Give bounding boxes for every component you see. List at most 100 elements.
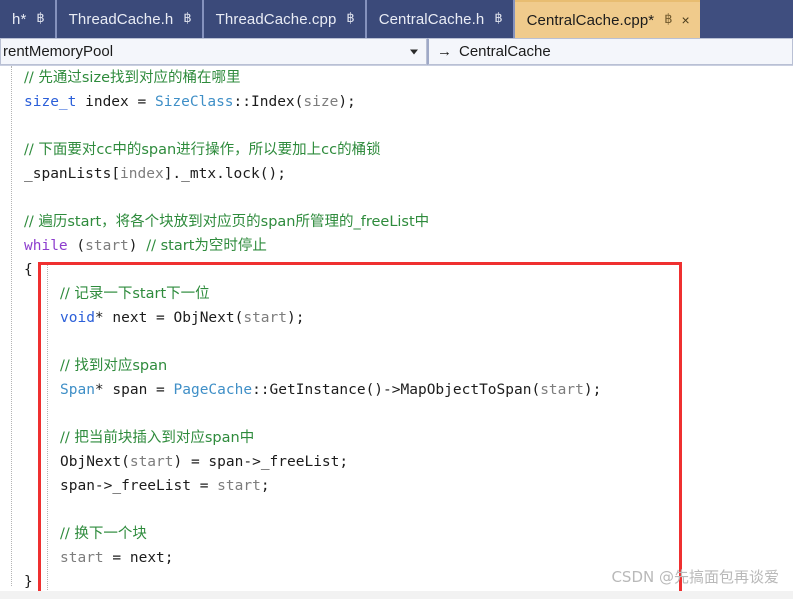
code-line: Span* span = PageCache::GetInstance()->M…	[0, 378, 793, 402]
code-token: =	[190, 454, 200, 470]
pin-icon[interactable]: ฿	[36, 12, 44, 25]
code-token: );	[338, 94, 356, 110]
code-token: ;	[164, 550, 174, 566]
editor-tab-threadcache-cpp[interactable]: ThreadCache.cpp ฿	[203, 0, 367, 38]
code-token: =	[137, 94, 147, 110]
code-token: ()->	[365, 382, 401, 398]
code-line: _spanLists[index]._mtx.lock();	[0, 162, 793, 186]
code-token: * next	[94, 310, 157, 326]
code-token: while	[24, 238, 68, 254]
code-token: start	[243, 310, 287, 326]
code-token: _spanLists	[24, 166, 112, 182]
code-token: // 把当前块插入到对应span中	[60, 430, 255, 446]
code-token: ObjNext	[60, 454, 122, 470]
code-token: =	[103, 550, 130, 566]
editor-tab-centralcache-h[interactable]: CentralCache.h ฿	[366, 0, 515, 38]
code-line: // 换下一个块	[0, 522, 793, 546]
code-token: ;	[260, 478, 270, 494]
editor-tab-label: CentralCache.h	[378, 10, 485, 28]
code-token: (	[531, 382, 541, 398]
code-line: while (start) // start为空时停止	[0, 234, 793, 258]
code-token: [	[111, 166, 121, 182]
code-token: start	[129, 454, 174, 470]
code-token: // 先通过size找到对应的桶在哪里	[24, 70, 241, 86]
code-token: // 遍历start，将各个块放到对应页的span所管理的_freeList中	[24, 214, 430, 230]
code-token: span->	[199, 454, 261, 470]
code-token: _mtx	[181, 166, 217, 182]
pin-icon[interactable]: ฿	[664, 13, 672, 26]
editor-tab-label: h*	[12, 10, 27, 28]
code-line: size_t index = SizeClass::Index(size);	[0, 90, 793, 114]
editor-tab-label: CentralCache.cpp*	[526, 11, 655, 29]
code-token: Span	[60, 382, 95, 398]
code-token: (	[67, 238, 86, 254]
code-line: // 遍历start，将各个块放到对应页的span所管理的_freeList中	[0, 210, 793, 234]
scope-dropdown-value: rentMemoryPool	[3, 43, 114, 60]
editor-tab-centralcache-cpp-[interactable]: CentralCache.cpp* ฿ ×	[514, 0, 700, 38]
editor-tab-label: ThreadCache.cpp	[215, 10, 337, 28]
code-token: );	[583, 382, 602, 398]
code-token: )	[128, 238, 147, 254]
pin-icon[interactable]: ฿	[346, 12, 354, 25]
code-token: ::	[252, 382, 270, 398]
scope-dropdown[interactable]: rentMemoryPool	[0, 38, 427, 65]
editor-tab-h-[interactable]: h* ฿	[0, 0, 57, 38]
code-token: index	[76, 94, 138, 110]
code-token: =	[156, 310, 165, 326]
pin-icon[interactable]: ฿	[494, 12, 502, 25]
code-token: next	[129, 550, 165, 566]
close-icon[interactable]: ×	[681, 13, 689, 27]
code-line: void* next = ObjNext(start);	[0, 306, 793, 330]
code-token: SizeClass	[154, 94, 234, 110]
code-line: // 先通过size找到对应的桶在哪里	[0, 66, 793, 90]
code-editor[interactable]: // 先通过size找到对应的桶在哪里 size_t index = SizeCl…	[0, 66, 793, 599]
code-line: // 找到对应span	[0, 354, 793, 378]
code-token: (	[121, 454, 130, 470]
code-token: .	[216, 166, 225, 182]
code-line: span->_freeList = start;	[0, 474, 793, 498]
chevron-down-icon[interactable]	[410, 49, 418, 54]
code-token: _freeList	[112, 478, 191, 494]
navigation-bar: rentMemoryPool → CentralCache	[0, 38, 793, 66]
code-token: size_t	[24, 94, 77, 110]
code-token: ].	[163, 166, 182, 182]
code-token: start	[540, 382, 584, 398]
code-token: =	[190, 478, 218, 494]
code-token: // 下面要对cc中的span进行操作，所以要加上cc的桶锁	[24, 142, 381, 158]
code-token: index	[120, 166, 164, 182]
member-dropdown[interactable]: → CentralCache	[427, 38, 793, 65]
code-line: // 下面要对cc中的span进行操作，所以要加上cc的桶锁	[0, 138, 793, 162]
arrow-right-icon: →	[437, 43, 452, 60]
code-token: start	[60, 550, 104, 566]
code-line: {	[0, 258, 793, 282]
code-token: =	[156, 382, 165, 398]
code-token: ();	[259, 166, 286, 182]
code-token: void	[60, 310, 95, 326]
code-token: ::	[233, 94, 252, 110]
code-token: // 换下一个块	[60, 526, 147, 542]
code-token: size	[303, 94, 339, 110]
code-line: // 把当前块插入到对应span中	[0, 426, 793, 450]
editor-bottom-strip	[0, 591, 793, 599]
code-token: // start为空时停止	[146, 238, 267, 254]
code-token: start	[85, 238, 129, 254]
code-token: Index	[251, 94, 295, 110]
code-token: {	[24, 262, 33, 278]
editor-tab-threadcache-h[interactable]: ThreadCache.h ฿	[56, 0, 204, 38]
code-token: MapObjectToSpan	[400, 382, 532, 398]
code-text[interactable]: // 先通过size找到对应的桶在哪里 size_t index = SizeCl…	[0, 66, 793, 594]
code-token: GetInstance	[269, 382, 366, 398]
code-token: * span	[94, 382, 157, 398]
code-token: lock	[224, 166, 260, 182]
pin-icon[interactable]: ฿	[183, 12, 191, 25]
code-token: PageCache	[173, 382, 253, 398]
member-dropdown-value: CentralCache	[459, 43, 551, 60]
code-token: ;	[339, 454, 349, 470]
editor-tab-strip: h* ฿ ThreadCache.h ฿ ThreadCache.cpp ฿ Central…	[0, 0, 793, 38]
